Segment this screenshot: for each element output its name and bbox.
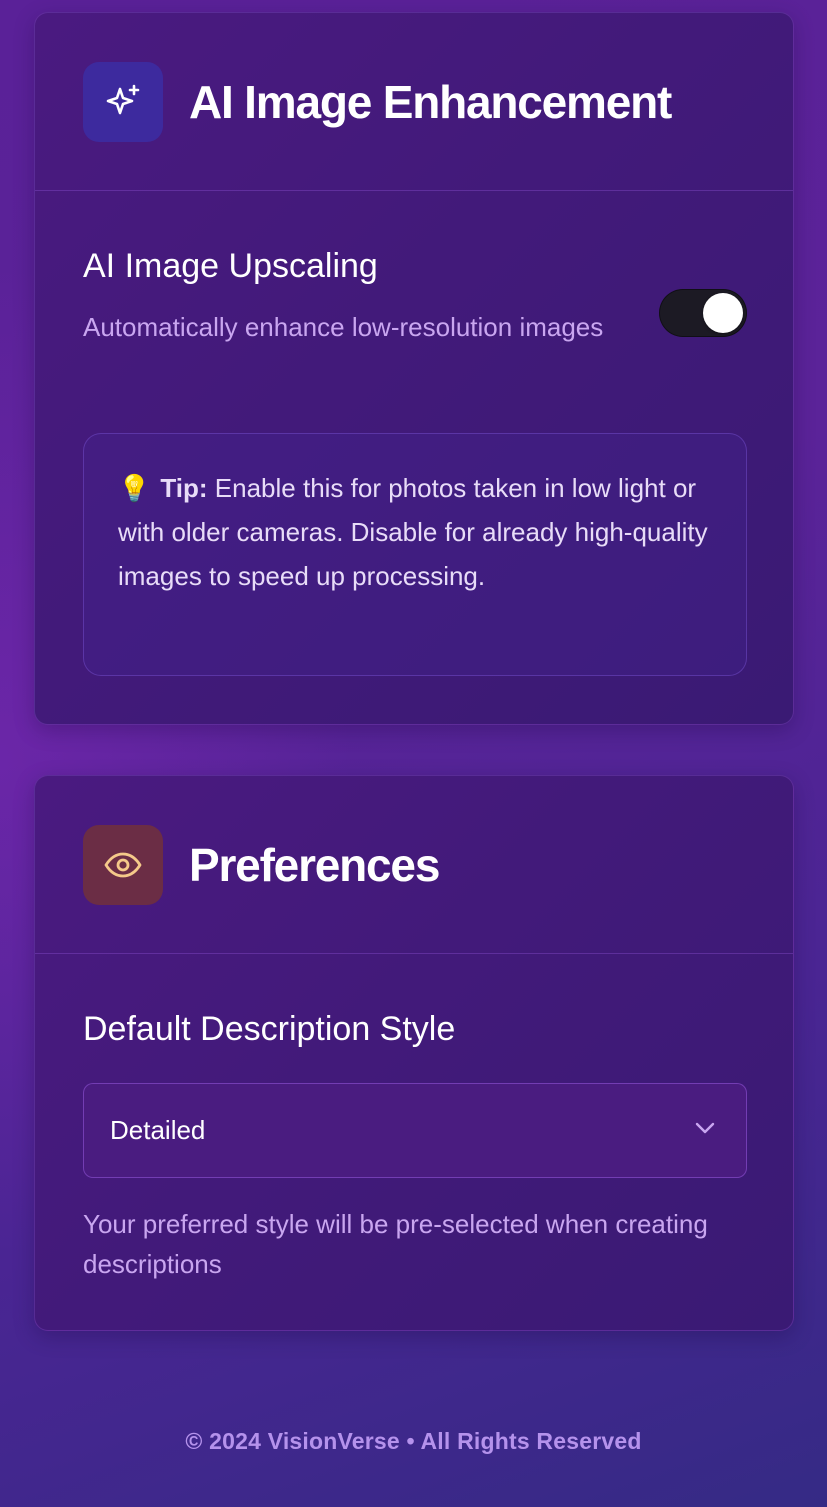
ai-card-title: AI Image Enhancement xyxy=(189,75,672,128)
description-style-label: Default Description Style xyxy=(83,1010,456,1048)
ai-card-header: AI Image Enhancement xyxy=(35,13,793,191)
description-style-select[interactable]: Detailed xyxy=(83,1083,747,1178)
preferences-card: Preferences Default Description Style De… xyxy=(34,775,794,1331)
lightbulb-icon: 💡 xyxy=(118,473,151,503)
pref-card-header: Preferences xyxy=(35,776,793,954)
pref-card-title: Preferences xyxy=(189,838,440,891)
upscaling-setting-description: Automatically enhance low-resolution ima… xyxy=(83,312,604,342)
tip-label: Tip: xyxy=(160,473,208,503)
description-style-hint: Your preferred style will be pre-selecte… xyxy=(83,1209,708,1279)
toggle-knob xyxy=(703,293,743,333)
upscaling-setting-title: AI Image Upscaling xyxy=(83,247,378,285)
select-value: Detailed xyxy=(110,1115,206,1145)
eye-icon xyxy=(83,824,163,905)
ai-enhancement-card: AI Image Enhancement AI Image Upscaling … xyxy=(34,12,794,725)
footer-copyright: © 2024 VisionVerse • All Rights Reserved xyxy=(185,1428,642,1454)
upscaling-toggle[interactable] xyxy=(659,289,747,337)
chevron-down-icon xyxy=(694,1121,716,1140)
sparkles-icon xyxy=(83,61,163,142)
tip-box: 💡 Tip: Enable this for photos taken in lo… xyxy=(83,433,747,676)
